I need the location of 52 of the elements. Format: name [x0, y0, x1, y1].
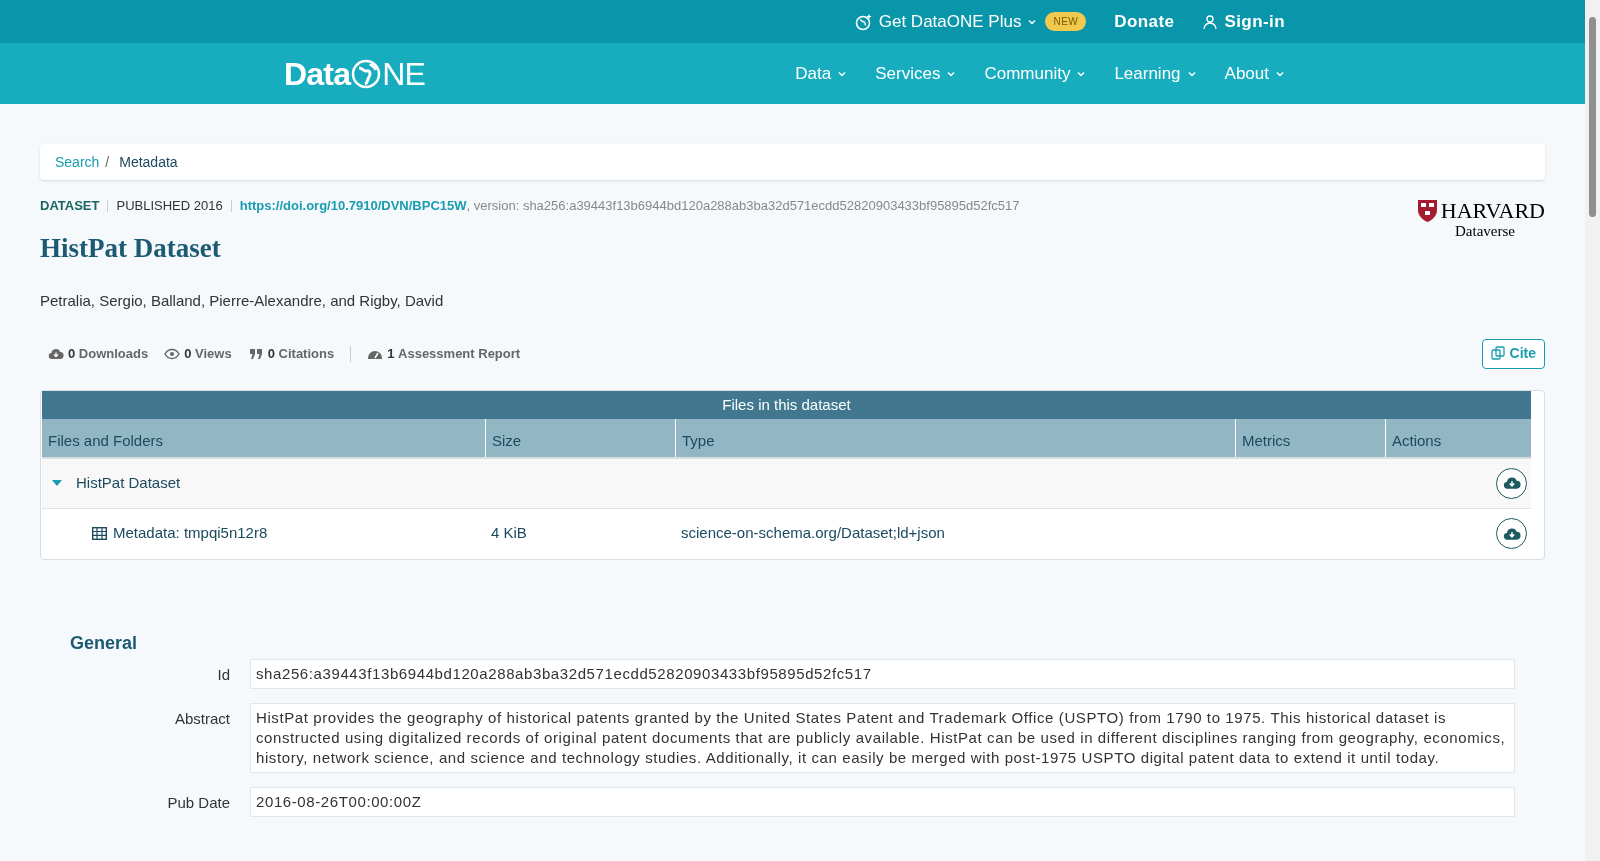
breadcrumb-separator: /	[105, 152, 110, 172]
column-header: Metrics	[1235, 418, 1385, 457]
donate-link[interactable]: Donate	[1114, 8, 1175, 35]
section-heading: General	[70, 631, 139, 655]
field-label: Pub Date	[166, 792, 231, 813]
field-label: Abstract	[173, 708, 231, 729]
table-icon	[92, 527, 107, 540]
dataone-logo[interactable]: Data NE	[284, 57, 426, 90]
doi-link[interactable]: https://doi.org/10.7910/DVN/BPC15W	[239, 196, 467, 216]
folder-name[interactable]: HistPat Dataset	[76, 471, 181, 495]
published-label: PUBLISHED 2016	[116, 197, 223, 215]
authors-text: Petralia, Sergio, Balland, Pierre-Alexandre, and Rigby, David	[40, 291, 445, 311]
field-value: sha256:a39443f13b6944bd120a288ab3ba32d571ecdd52820903433bf95895d52fc517	[250, 658, 1515, 689]
version-text: , version: sha256:a39443f13b6944bd120a288ab3ba32d571ecdd52820903433bf95895d52fc517	[466, 197, 1020, 215]
column-header: Type	[675, 418, 1235, 457]
field-value: HistPat provides the geography of historical patents granted by the United States Patent and Trademark Office (USPTO) from 1790 to 1975. This historical dataset is constructed using digitalized records of original patent documents that are publicly available. HistPat can be used in different disciplines ranging from geography, economics, history, network science, and science and technology studies. Additionally, it can easily be merged with post-1975 USPTO digital patent data to extend it until today.	[250, 702, 1515, 773]
file-size: 4 KiB	[490, 523, 528, 544]
column-header: Actions	[1385, 418, 1531, 457]
scrollbar-thumb[interactable]	[1589, 17, 1596, 217]
sign-in-link[interactable]: Sign-in	[1202, 8, 1285, 35]
stat-item: 1 Assessment Report	[367, 343, 521, 364]
table-title: Files in this dataset	[42, 390, 1531, 419]
breadcrumb-link[interactable]: Search	[55, 151, 100, 173]
caret-down-icon[interactable]	[52, 479, 62, 487]
cloud-download-icon	[1502, 525, 1521, 542]
new-badge: NEW	[1045, 12, 1087, 31]
nav-menu[interactable]: Services	[875, 60, 957, 87]
nav-menu[interactable]: Learning	[1114, 60, 1197, 87]
download-button[interactable]	[1496, 518, 1527, 549]
cloud-download-icon	[1502, 475, 1521, 491]
download-button[interactable]	[1496, 467, 1527, 499]
field-value: 2016-08-26T00:00:00Z	[250, 786, 1515, 817]
file-type: science-on-schema.org/Dataset;ld+json	[680, 523, 946, 544]
stat-item: 0 Citations	[247, 343, 335, 364]
file-name[interactable]: Metadata: tmpqi5n12r8	[113, 522, 268, 545]
copy-icon	[1490, 346, 1506, 361]
column-header: Files and Folders	[47, 431, 165, 451]
nav-menu[interactable]: Community	[984, 60, 1087, 87]
user-icon	[1202, 13, 1219, 30]
stat-item: 0 Views	[164, 343, 232, 364]
nav-menu[interactable]: About	[1224, 60, 1285, 87]
breadcrumb-current: Metadata	[119, 152, 178, 172]
stat-item: 0 Downloads	[48, 343, 149, 364]
nav-menu[interactable]: Data	[795, 60, 848, 87]
field-label: Id	[216, 664, 231, 685]
shield-icon	[1417, 200, 1437, 222]
dataset-title: HistPat Dataset	[40, 231, 222, 265]
harvard-dataverse-logo: HARVARD Dataverse	[1417, 196, 1545, 313]
get-plus-menu[interactable]: Get DataONE Plus NEW	[854, 8, 1087, 35]
column-header: Size	[485, 418, 675, 457]
dataset-label: DATASET	[40, 197, 100, 215]
cite-button[interactable]: Cite	[1481, 338, 1545, 369]
